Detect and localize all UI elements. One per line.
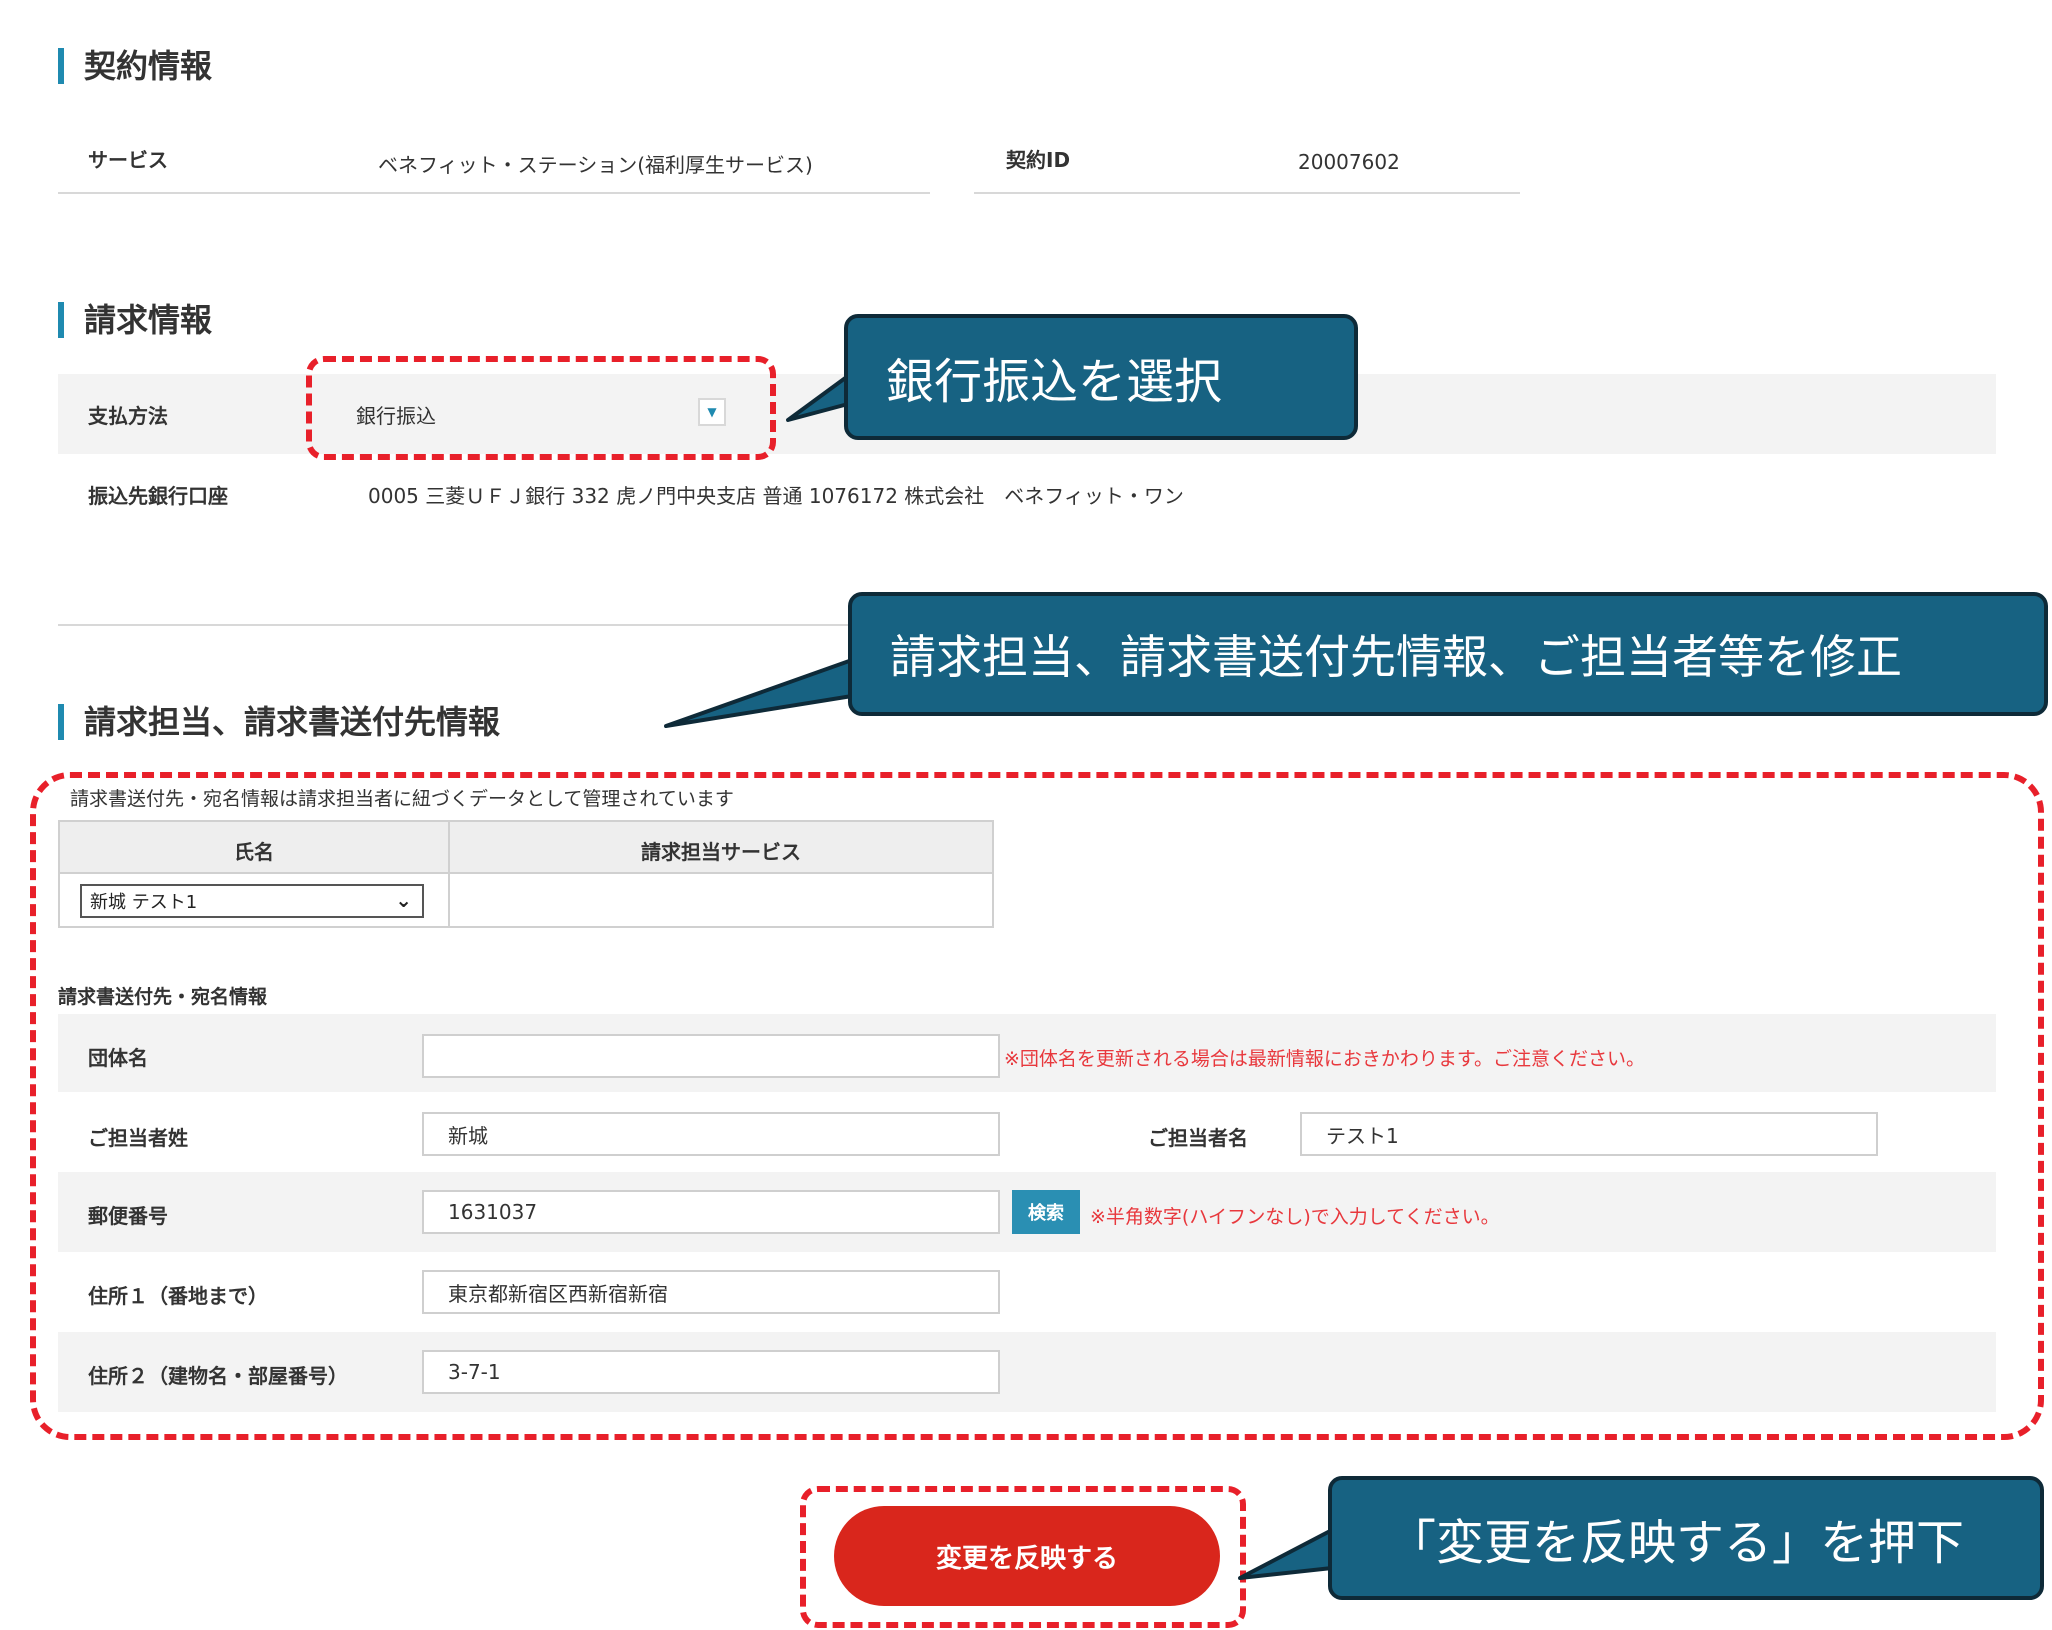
contact-callout-pointer — [664, 658, 854, 728]
payment-callout-pointer — [786, 374, 850, 422]
submit-callout: 「変更を反映する」を押下 — [1328, 1476, 2044, 1600]
contact-callout: 請求担当、請求書送付先情報、ご担当者等を修正 — [848, 592, 2048, 716]
callout-pointers — [664, 374, 1334, 1580]
payment-callout: 銀行振込を選択 — [844, 314, 1358, 440]
submit-callout-pointer — [1238, 1528, 1334, 1580]
